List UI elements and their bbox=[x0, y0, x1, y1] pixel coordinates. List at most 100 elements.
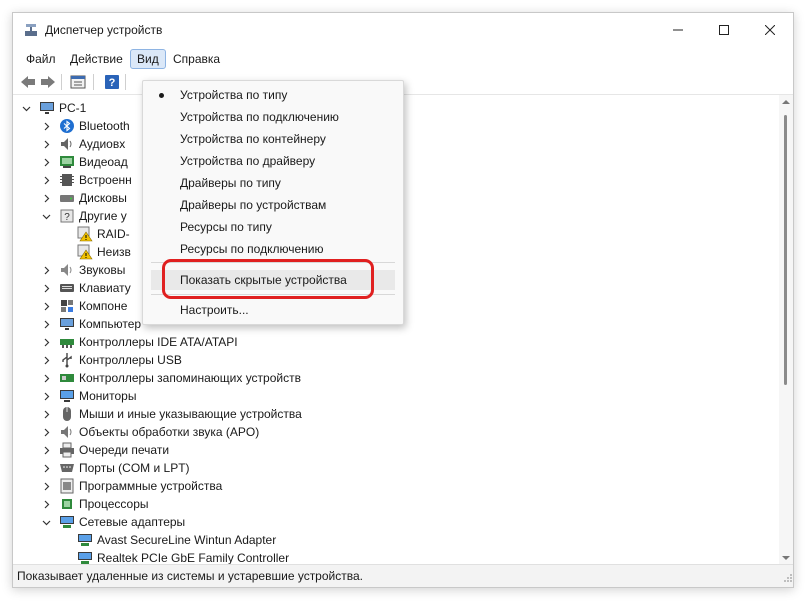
tree-node-label: Компьютер bbox=[79, 317, 142, 331]
bluetooth-icon bbox=[59, 118, 75, 134]
chevron-right-icon[interactable] bbox=[41, 355, 51, 365]
tree-node-child[interactable]: Avast SecureLine Wintun Adapter bbox=[77, 531, 276, 549]
chevron-right-icon[interactable] bbox=[41, 445, 51, 455]
processor-icon bbox=[59, 496, 75, 512]
tree-node-label: Объекты обработки звука (APO) bbox=[79, 425, 260, 439]
chevron-right-icon[interactable] bbox=[41, 139, 51, 149]
chevron-right-icon[interactable] bbox=[41, 157, 51, 167]
annotation-highlight bbox=[162, 259, 374, 299]
tree-node-label: Компоне bbox=[79, 299, 128, 313]
keyboard-icon bbox=[59, 280, 75, 296]
vertical-scrollbar[interactable] bbox=[779, 95, 793, 565]
network-adapter-icon bbox=[77, 532, 93, 548]
tree-node[interactable]: Компьютер bbox=[41, 315, 141, 333]
tree-node[interactable]: Контроллеры USB bbox=[41, 351, 182, 369]
chevron-right-icon[interactable] bbox=[41, 319, 51, 329]
resize-grip-icon[interactable] bbox=[783, 573, 793, 583]
chevron-down-icon[interactable] bbox=[41, 211, 51, 221]
menu-option-devices-by-driver[interactable]: Устройства по драйверу bbox=[151, 151, 395, 171]
apo-icon bbox=[59, 424, 75, 440]
menu-help[interactable]: Справка bbox=[166, 49, 227, 69]
forward-button[interactable] bbox=[39, 73, 57, 91]
maximize-button[interactable] bbox=[701, 13, 747, 47]
tree-node[interactable]: Контроллеры запоминающих устройств bbox=[41, 369, 301, 387]
scrollbar-thumb[interactable] bbox=[784, 115, 787, 385]
tree-node[interactable]: Аудиовх bbox=[41, 135, 125, 153]
tree-node[interactable]: Мыши и иные указывающие устройства bbox=[41, 405, 302, 423]
menu-option-resources-by-type[interactable]: Ресурсы по типу bbox=[151, 217, 395, 237]
back-button[interactable] bbox=[19, 73, 37, 91]
scroll-down-icon[interactable] bbox=[782, 555, 790, 561]
tree-node-label: Мыши и иные указывающие устройства bbox=[79, 407, 302, 421]
audio-io-icon bbox=[59, 136, 75, 152]
chevron-right-icon[interactable] bbox=[41, 409, 51, 419]
menu-option-devices-by-connection[interactable]: Устройства по подключению bbox=[151, 107, 395, 127]
chevron-right-icon[interactable] bbox=[41, 121, 51, 131]
tree-node[interactable]: Видеоад bbox=[41, 153, 128, 171]
storage-controller-icon bbox=[59, 370, 75, 386]
menu-option-customize[interactable]: Настроить... bbox=[151, 300, 395, 320]
menu-action[interactable]: Действие bbox=[63, 49, 130, 69]
usb-controller-icon bbox=[59, 352, 75, 368]
tree-node-child[interactable]: Неизв bbox=[77, 243, 131, 261]
tree-node[interactable]: Процессоры bbox=[41, 495, 149, 513]
properties-icon bbox=[70, 75, 86, 89]
tree-node-label: Очереди печати bbox=[79, 443, 170, 457]
tree-node-label: Встроенн bbox=[79, 173, 132, 187]
tree-node-label: Контроллеры IDE ATA/ATAPI bbox=[79, 335, 238, 349]
help-button[interactable]: ? bbox=[103, 73, 121, 91]
menu-option-resources-by-connection[interactable]: Ресурсы по подключению bbox=[151, 239, 395, 259]
tree-node[interactable]: Компоне bbox=[41, 297, 127, 315]
chevron-down-icon[interactable] bbox=[41, 517, 51, 527]
menu-option-drivers-by-device[interactable]: Драйверы по устройствам bbox=[151, 195, 395, 215]
chevron-right-icon[interactable] bbox=[41, 391, 51, 401]
tree-node[interactable]: Звуковы bbox=[41, 261, 125, 279]
disk-drive-icon bbox=[59, 190, 75, 206]
tree-node[interactable]: Порты (COM и LPT) bbox=[41, 459, 190, 477]
chevron-right-icon[interactable] bbox=[41, 301, 51, 311]
tree-node[interactable]: Клавиату bbox=[41, 279, 131, 297]
selected-bullet-icon bbox=[159, 93, 164, 98]
tree-node[interactable]: Сетевые адаптеры bbox=[41, 513, 185, 531]
printer-icon bbox=[59, 442, 75, 458]
tree-node[interactable]: Bluetooth bbox=[41, 117, 130, 135]
menu-file[interactable]: Файл bbox=[19, 49, 63, 69]
tree-node[interactable]: Мониторы bbox=[41, 387, 136, 405]
chevron-right-icon[interactable] bbox=[41, 373, 51, 383]
menu-option-devices-by-container[interactable]: Устройства по контейнеру bbox=[151, 129, 395, 149]
warning-device-icon bbox=[77, 244, 93, 260]
chevron-right-icon[interactable] bbox=[41, 283, 51, 293]
chevron-right-icon[interactable] bbox=[41, 463, 51, 473]
tree-root[interactable]: PC-1 bbox=[21, 99, 86, 117]
chevron-right-icon[interactable] bbox=[41, 337, 51, 347]
chevron-right-icon[interactable] bbox=[41, 193, 51, 203]
tree-node[interactable]: Встроенн bbox=[41, 171, 132, 189]
tree-node-label: Другие у bbox=[79, 209, 127, 223]
tree-node[interactable]: Контроллеры IDE ATA/ATAPI bbox=[41, 333, 238, 351]
tree-node-label: Клавиату bbox=[79, 281, 131, 295]
chevron-right-icon[interactable] bbox=[41, 499, 51, 509]
tree-node[interactable]: ? Другие у bbox=[41, 207, 127, 225]
tree-node[interactable]: Объекты обработки звука (APO) bbox=[41, 423, 259, 441]
tree-node[interactable]: Дисковы bbox=[41, 189, 127, 207]
menu-view[interactable]: Вид bbox=[130, 49, 166, 69]
menu-option-devices-by-type[interactable]: Устройства по типу bbox=[151, 85, 395, 105]
chevron-right-icon[interactable] bbox=[41, 481, 51, 491]
scroll-up-icon[interactable] bbox=[782, 99, 790, 105]
tree-node[interactable]: Программные устройства bbox=[41, 477, 222, 495]
tree-root-label: PC-1 bbox=[59, 101, 87, 115]
close-button[interactable] bbox=[747, 13, 793, 47]
menu-bar: Файл Действие Вид Справка bbox=[13, 47, 793, 69]
chevron-right-icon[interactable] bbox=[41, 427, 51, 437]
chevron-right-icon[interactable] bbox=[41, 265, 51, 275]
chevron-down-icon[interactable] bbox=[21, 103, 31, 113]
properties-button[interactable] bbox=[69, 73, 87, 91]
chevron-right-icon[interactable] bbox=[41, 175, 51, 185]
menu-option-drivers-by-type[interactable]: Драйверы по типу bbox=[151, 173, 395, 193]
minimize-button[interactable] bbox=[655, 13, 701, 47]
tree-node-child[interactable]: Realtek PCIe GbE Family Controller bbox=[77, 549, 289, 565]
tree-node-label: Avast SecureLine Wintun Adapter bbox=[97, 533, 277, 547]
tree-node-child[interactable]: RAID- bbox=[77, 225, 130, 243]
unknown-device-icon: ? bbox=[59, 208, 75, 224]
tree-node[interactable]: Очереди печати bbox=[41, 441, 169, 459]
